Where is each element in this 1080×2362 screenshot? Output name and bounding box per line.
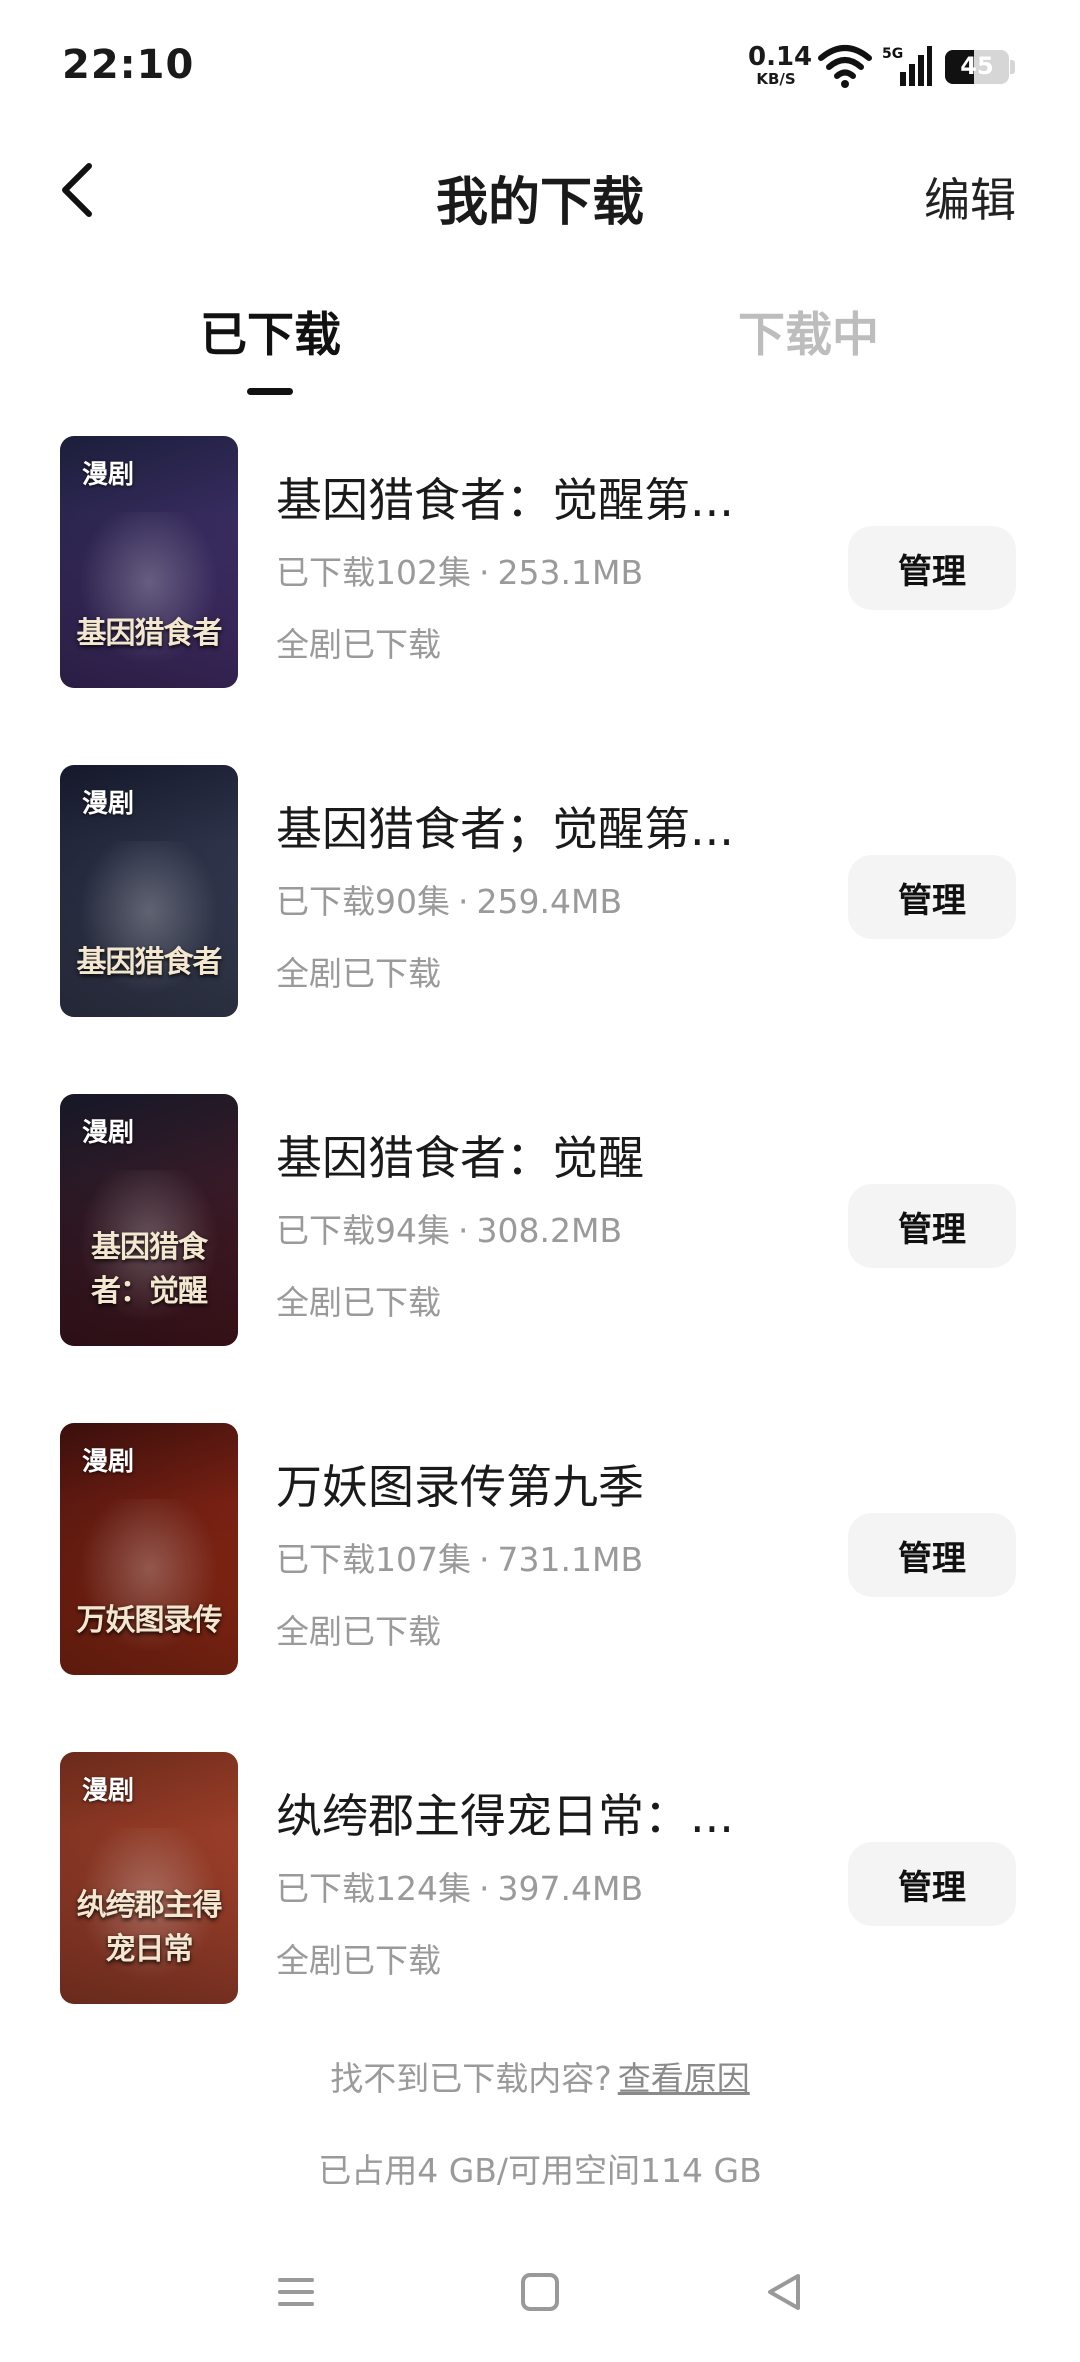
cover-image: 基因猎食者：觉醒 漫剧 <box>60 1094 238 1346</box>
meta-separator: · <box>458 882 469 921</box>
item-title: 纨绔郡主得宠日常：... <box>276 1789 734 1843</box>
item-meta: 已下载94集 · 308.2MB <box>276 1204 622 1252</box>
edit-button[interactable]: 编辑 <box>924 164 1016 230</box>
item-status: 全剧已下载 <box>276 1283 441 1322</box>
download-item[interactable]: 基因猎食者：觉醒 漫剧 基因猎食者：觉醒 已下载94集 · 308.2MB 全剧已下… <box>0 1094 1080 1354</box>
item-episodes: 已下载94集 <box>276 1211 450 1250</box>
cover-badge: 漫剧 <box>82 1118 135 1148</box>
item-status: 全剧已下载 <box>276 1941 441 1980</box>
meta-separator: · <box>479 553 490 592</box>
status-time: 22:10 <box>62 42 195 88</box>
download-item[interactable]: 万妖图录传 漫剧 万妖图录传第九季 已下载107集 · 731.1MB 全剧已下载 … <box>0 1423 1080 1683</box>
cover-image: 基因猎食者 漫剧 <box>60 765 238 1017</box>
wifi-icon <box>818 45 872 88</box>
active-tab-indicator <box>247 388 293 395</box>
view-reason-link[interactable]: 查看原因 <box>618 2059 750 2098</box>
item-title: 基因猎食者：觉醒 <box>276 1131 644 1185</box>
cover-badge: 漫剧 <box>82 789 135 819</box>
status-bar: 22:10 0.14 KB/S 5G 45 <box>0 0 1080 130</box>
cover-title: 基因猎食者 <box>76 616 223 651</box>
manage-button[interactable]: 管理 <box>848 526 1016 610</box>
cover-badge: 漫剧 <box>82 1447 135 1477</box>
meta-separator: · <box>479 1540 490 1579</box>
net-speed: 0.14 KB/S <box>748 42 813 88</box>
cover-badge: 漫剧 <box>82 1776 135 1806</box>
item-episodes: 已下载90集 <box>276 882 450 921</box>
cover-title: 万妖图录传 <box>76 1603 223 1638</box>
item-size: 253.1MB <box>497 553 644 592</box>
battery-tip <box>1010 60 1015 74</box>
tab-downloaded[interactable]: 已下载 <box>200 296 341 365</box>
download-item[interactable]: 纨绔郡主得宠日常 漫剧 纨绔郡主得宠日常：... 已下载124集 · 397.4MB… <box>0 1752 1080 2012</box>
cover-title: 基因猎食者：觉醒 <box>91 1230 208 1309</box>
download-item[interactable]: 基因猎食者 漫剧 基因猎食者；觉醒第... 已下载90集 · 259.4MB 全剧已… <box>0 765 1080 1025</box>
item-meta: 已下载102集 · 253.1MB <box>276 546 643 594</box>
triangle-back-icon[interactable] <box>754 2262 814 2322</box>
menu-lines-icon[interactable] <box>266 2262 326 2322</box>
item-size: 731.1MB <box>497 1540 644 1579</box>
item-status: 全剧已下载 <box>276 625 441 664</box>
cover-image: 纨绔郡主得宠日常 漫剧 <box>60 1752 238 2004</box>
square-home-icon[interactable] <box>510 2262 570 2322</box>
meta-separator: · <box>458 1211 469 1250</box>
cover-title: 纨绔郡主得宠日常 <box>76 1888 223 1967</box>
manage-button[interactable]: 管理 <box>848 1184 1016 1268</box>
battery-level: 45 <box>960 52 994 80</box>
item-title: 万妖图录传第九季 <box>276 1460 644 1514</box>
item-meta: 已下载107集 · 731.1MB <box>276 1533 643 1581</box>
missing-content-hint: 找不到已下载内容? 查看原因 <box>0 2052 1080 2100</box>
page-title: 我的下载 <box>435 173 644 233</box>
hint-text: 找不到已下载内容? <box>330 2059 612 2098</box>
item-size: 308.2MB <box>476 1211 623 1250</box>
item-size: 397.4MB <box>497 1869 644 1908</box>
item-title: 基因猎食者：觉醒第... <box>276 473 734 527</box>
tab-downloading[interactable]: 下载中 <box>738 296 879 365</box>
cellular-signal-icon: 5G <box>882 46 932 86</box>
download-item[interactable]: 基因猎食者 漫剧 基因猎食者：觉醒第... 已下载102集 · 253.1MB 全剧… <box>0 436 1080 696</box>
item-title: 基因猎食者；觉醒第... <box>276 802 734 856</box>
cover-badge: 漫剧 <box>82 460 135 490</box>
item-status: 全剧已下载 <box>276 954 441 993</box>
manage-button[interactable]: 管理 <box>848 1513 1016 1597</box>
cover-image: 万妖图录传 漫剧 <box>60 1423 238 1675</box>
item-size: 259.4MB <box>476 882 623 921</box>
item-meta: 已下载124集 · 397.4MB <box>276 1862 643 1910</box>
manage-button[interactable]: 管理 <box>848 855 1016 939</box>
cover-title: 基因猎食者 <box>76 945 223 980</box>
battery-icon: 45 <box>945 50 1009 84</box>
item-meta: 已下载90集 · 259.4MB <box>276 875 622 923</box>
item-episodes: 已下载124集 <box>276 1869 471 1908</box>
cover-image: 基因猎食者 漫剧 <box>60 436 238 688</box>
item-episodes: 已下载107集 <box>276 1540 471 1579</box>
item-episodes: 已下载102集 <box>276 553 471 592</box>
cover-art <box>60 1498 238 1675</box>
manage-button[interactable]: 管理 <box>848 1842 1016 1926</box>
storage-usage: 已占用4 GB/可用空间114 GB <box>318 2151 762 2190</box>
meta-separator: · <box>479 1869 490 1908</box>
item-status: 全剧已下载 <box>276 1612 441 1651</box>
cover-art <box>60 840 238 1017</box>
signal-label: 5G <box>882 46 903 62</box>
net-speed-unit: KB/S <box>756 70 796 88</box>
cover-art <box>60 511 238 688</box>
net-speed-value: 0.14 <box>748 42 813 72</box>
